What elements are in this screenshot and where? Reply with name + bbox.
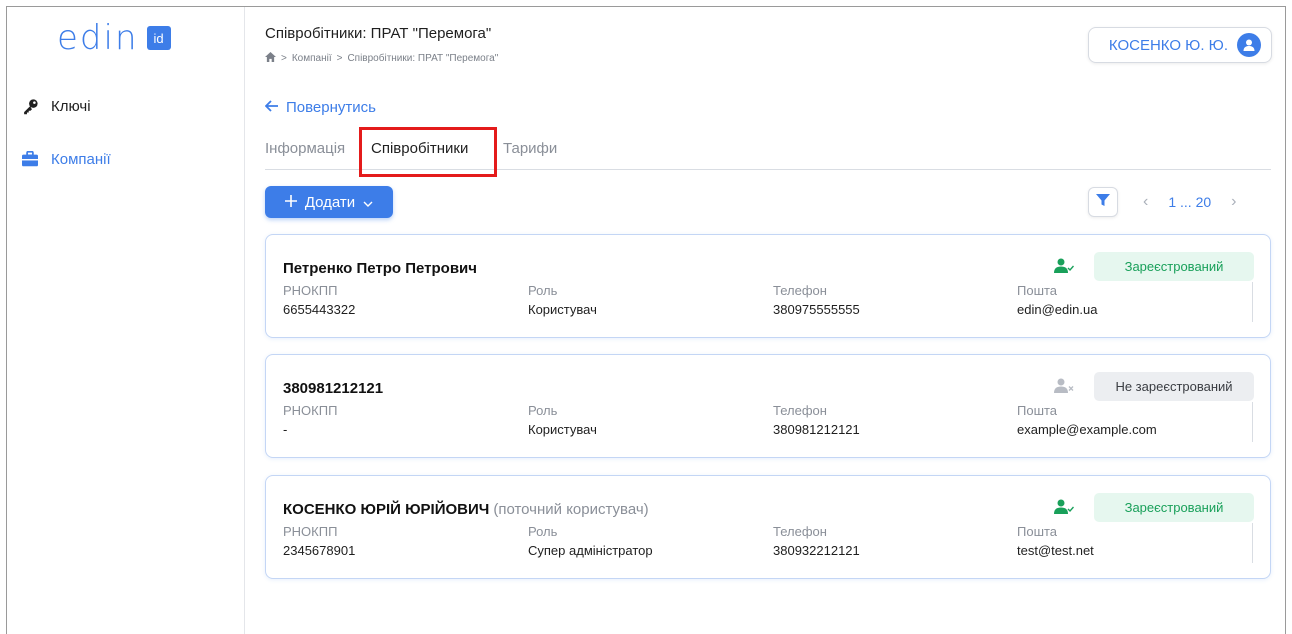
employee-card[interactable]: КОСЕНКО ЮРІЙ ЮРІЙОВИЧ (поточний користува… bbox=[265, 475, 1271, 579]
user-avatar-icon bbox=[1237, 33, 1261, 57]
pagination: ‹ 1 ... 20 › bbox=[1143, 193, 1236, 211]
arrow-left-icon bbox=[264, 99, 279, 116]
field-label: РНОКПП bbox=[283, 283, 338, 298]
employee-card[interactable]: Петренко Петро Петрович РНОКПП 665544332… bbox=[265, 234, 1271, 338]
field-label: РНОКПП bbox=[283, 524, 338, 539]
user-name: КОСЕНКО Ю. Ю. bbox=[1108, 36, 1228, 54]
breadcrumb-item-companies[interactable]: Компанії bbox=[292, 53, 332, 64]
employee-card[interactable]: 380981212121 РНОКПП - Роль Користувач Те… bbox=[265, 354, 1271, 458]
field-value: test@test.net bbox=[1017, 543, 1094, 558]
current-user-note: (поточний користувач) bbox=[493, 501, 649, 518]
edin-logo[interactable]: edin id bbox=[57, 18, 171, 58]
tab-information[interactable]: Інформація bbox=[265, 140, 345, 157]
breadcrumb: > Компанії > Співробітники: ПРАТ "Перемо… bbox=[265, 52, 498, 65]
field-label: Пошта bbox=[1017, 283, 1058, 298]
back-link[interactable]: Повернутись bbox=[264, 99, 376, 116]
page-range[interactable]: 1 ... 20 bbox=[1168, 194, 1211, 210]
field-label: Роль bbox=[528, 283, 558, 298]
user-check-icon bbox=[1053, 256, 1075, 276]
divider bbox=[1252, 523, 1253, 563]
field-label: Пошта bbox=[1017, 524, 1058, 539]
field-value: Користувач bbox=[528, 422, 597, 437]
tab-tariffs[interactable]: Тарифи bbox=[503, 140, 557, 157]
user-check-icon bbox=[1053, 497, 1075, 517]
employee-name-text: КОСЕНКО ЮРІЙ ЮРІЙОВИЧ bbox=[283, 501, 490, 518]
employee-name: 380981212121 bbox=[283, 380, 383, 397]
key-icon bbox=[21, 97, 39, 115]
briefcase-icon bbox=[21, 150, 39, 168]
employee-name: КОСЕНКО ЮРІЙ ЮРІЙОВИЧ (поточний користува… bbox=[283, 501, 649, 518]
chevron-right-icon[interactable]: › bbox=[1231, 193, 1236, 211]
home-icon[interactable] bbox=[265, 52, 276, 65]
field-role: Роль Користувач bbox=[528, 283, 597, 318]
user-x-icon bbox=[1053, 376, 1075, 396]
sidebar: edin id Ключі Компанії bbox=[7, 7, 245, 634]
field-value: 380981212121 bbox=[773, 422, 860, 437]
status-badge: Не зареєстрований bbox=[1094, 372, 1254, 401]
highlight-box bbox=[359, 127, 497, 177]
field-label: Телефон bbox=[773, 524, 827, 539]
field-email: Пошта test@test.net bbox=[1017, 524, 1094, 559]
add-button[interactable]: Додати bbox=[265, 186, 393, 218]
field-role: Роль Супер адміністратор bbox=[528, 524, 653, 559]
add-label: Додати bbox=[304, 193, 356, 211]
field-rnokpp: РНОКПП 2345678901 bbox=[283, 524, 355, 559]
app-window: edin id Ключі Компанії Співробітники: ПР… bbox=[6, 6, 1286, 634]
tabs: Інформація Співробітники Тарифи bbox=[265, 127, 1271, 177]
chevron-left-icon[interactable]: ‹ bbox=[1143, 193, 1148, 211]
field-email: Пошта edin@edin.ua bbox=[1017, 283, 1097, 318]
status-badge: Зареєстрований bbox=[1094, 252, 1254, 281]
field-value: example@example.com bbox=[1017, 422, 1157, 437]
divider bbox=[1252, 282, 1253, 322]
field-role: Роль Користувач bbox=[528, 403, 597, 438]
field-phone: Телефон 380981212121 bbox=[773, 403, 860, 438]
field-label: Телефон bbox=[773, 283, 827, 298]
breadcrumb-item-current: Співробітники: ПРАТ "Перемога" bbox=[347, 53, 499, 64]
plus-icon bbox=[284, 194, 297, 211]
filter-button[interactable] bbox=[1088, 187, 1118, 217]
field-email: Пошта example@example.com bbox=[1017, 403, 1157, 438]
field-rnokpp: РНОКПП - bbox=[283, 403, 337, 438]
field-label: Телефон bbox=[773, 403, 827, 418]
field-value: Супер адміністратор bbox=[528, 543, 653, 558]
sidebar-item-label: Ключі bbox=[51, 97, 91, 115]
field-label: Роль bbox=[528, 403, 558, 418]
field-value: 2345678901 bbox=[283, 543, 356, 558]
breadcrumb-separator: > bbox=[281, 53, 287, 64]
sidebar-item-companies[interactable]: Компанії bbox=[21, 150, 111, 168]
field-value: 6655443322 bbox=[283, 302, 356, 317]
user-menu-button[interactable]: КОСЕНКО Ю. Ю. bbox=[1088, 27, 1272, 63]
status-badge: Зареєстрований bbox=[1094, 493, 1254, 522]
divider bbox=[1252, 402, 1253, 442]
chevron-down-icon bbox=[363, 194, 373, 211]
field-label: РНОКПП bbox=[283, 403, 338, 418]
back-label: Повернутись bbox=[286, 99, 376, 116]
employee-name-text: 380981212121 bbox=[283, 380, 384, 397]
employee-name-text: Петренко Петро Петрович bbox=[283, 260, 477, 277]
logo-badge: id bbox=[146, 26, 171, 50]
filter-icon bbox=[1096, 193, 1110, 212]
field-value: edin@edin.ua bbox=[1017, 302, 1098, 317]
field-value: - bbox=[283, 422, 288, 437]
breadcrumb-separator: > bbox=[336, 53, 343, 64]
field-phone: Телефон 380975555555 bbox=[773, 283, 860, 318]
field-label: Роль bbox=[528, 524, 558, 539]
employee-name: Петренко Петро Петрович bbox=[283, 260, 477, 277]
sidebar-item-keys[interactable]: Ключі bbox=[21, 97, 91, 115]
field-phone: Телефон 380932212121 bbox=[773, 524, 860, 559]
page-title: Співробітники: ПРАТ "Перемога" bbox=[265, 25, 492, 42]
field-value: 380975555555 bbox=[773, 302, 860, 317]
field-value: Користувач bbox=[528, 302, 597, 317]
field-value: 380932212121 bbox=[773, 543, 860, 558]
sidebar-item-label: Компанії bbox=[51, 150, 111, 168]
logo-text: edin bbox=[57, 18, 139, 58]
field-rnokpp: РНОКПП 6655443322 bbox=[283, 283, 355, 318]
field-label: Пошта bbox=[1017, 403, 1058, 418]
